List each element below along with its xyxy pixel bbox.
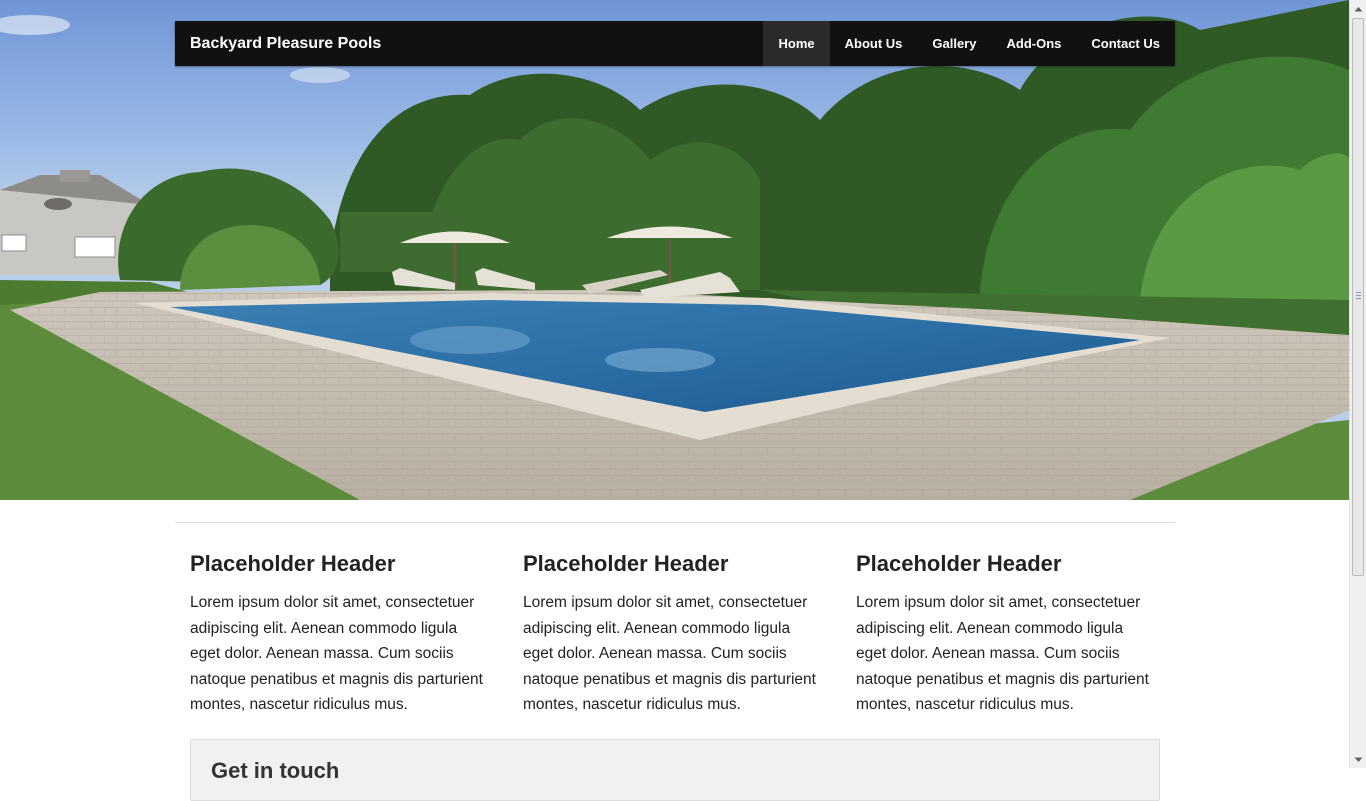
column-heading: Placeholder Header [856,551,1062,576]
feature-column-1: Placeholder Header Lorem ipsum dolor sit… [190,548,490,718]
cta-well: Get in touch [190,739,1160,801]
feature-column-2: Placeholder Header Lorem ipsum dolor sit… [523,548,823,718]
column-heading: Placeholder Header [523,551,729,576]
nav-link-addons[interactable]: Add-Ons [991,21,1076,66]
hero-image [0,0,1349,500]
column-heading: Placeholder Header [190,551,396,576]
pool-backyard-photo-icon [0,0,1349,500]
scroll-up-arrow-icon[interactable] [1351,0,1366,17]
nav-link-gallery[interactable]: Gallery [917,21,991,66]
vertical-scrollbar[interactable] [1349,0,1366,768]
column-text: Lorem ipsum dolor sit amet, consectetuer… [190,594,483,713]
column-text: Lorem ipsum dolor sit amet, consectetuer… [523,594,816,713]
feature-column-3: Placeholder Header Lorem ipsum dolor sit… [856,548,1156,718]
column-text: Lorem ipsum dolor sit amet, consectetuer… [856,594,1149,713]
scroll-down-arrow-icon[interactable] [1351,751,1366,768]
main-nav: Home About Us Gallery Add-Ons Contact Us [763,21,1175,66]
nav-item-home: Home [763,21,830,66]
grip-icon [1356,292,1361,301]
nav-item-contact: Contact Us [1076,21,1175,66]
nav-item-about: About Us [830,21,918,66]
nav-link-contact[interactable]: Contact Us [1076,21,1175,66]
nav-link-about[interactable]: About Us [830,21,918,66]
nav-link-home[interactable]: Home [763,21,830,66]
scrollbar-thumb[interactable] [1352,18,1364,576]
brand-link[interactable]: Backyard Pleasure Pools [190,21,381,66]
cta-heading: Get in touch [211,758,340,783]
top-navbar: Backyard Pleasure Pools Home About Us Ga… [175,21,1175,66]
nav-item-gallery: Gallery [917,21,991,66]
content-divider [175,522,1175,523]
nav-item-addons: Add-Ons [991,21,1076,66]
